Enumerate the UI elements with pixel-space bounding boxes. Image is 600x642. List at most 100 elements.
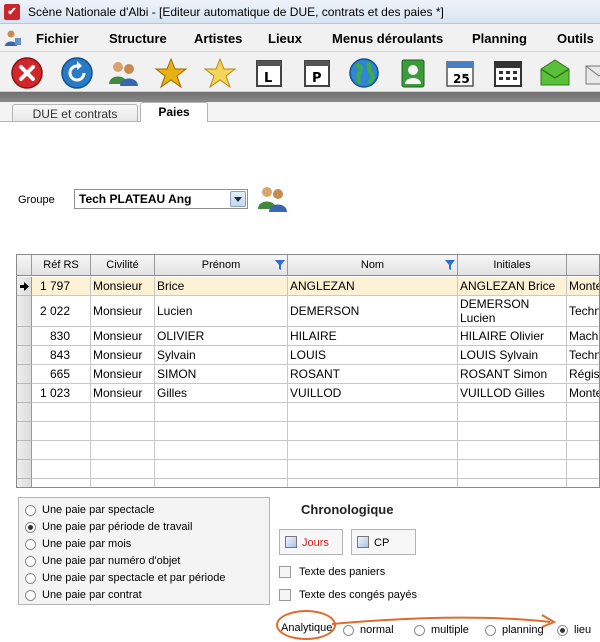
cell-nom[interactable]: HILAIRE xyxy=(288,327,458,346)
cell-ref-rs[interactable]: 665 xyxy=(32,365,91,384)
radio-button[interactable] xyxy=(343,624,354,636)
cell-initiales[interactable]: LOUIS Sylvain xyxy=(458,346,567,365)
cell-prenom[interactable]: OLIVIER xyxy=(155,327,288,346)
table-row[interactable]: 1 023 Monsieur Gilles VUILLOD VUILLOD Gilles… xyxy=(17,384,599,403)
cell-initiales[interactable]: ANGLEZAN Brice xyxy=(458,277,567,296)
radio-button[interactable] xyxy=(25,572,36,584)
column-header-initiales[interactable]: Initiales xyxy=(458,255,567,276)
checkbox-box[interactable] xyxy=(279,566,291,579)
letter-l-icon[interactable]: L xyxy=(252,56,286,90)
column-header-ref-rs[interactable]: Réf RS xyxy=(32,255,91,276)
users-icon[interactable] xyxy=(106,56,140,90)
group-users-icon[interactable] xyxy=(256,182,290,214)
filter-icon[interactable] xyxy=(445,260,455,270)
cell-extra[interactable]: Machi xyxy=(567,327,599,346)
cell-nom[interactable]: DEMERSON xyxy=(288,296,458,327)
cell-ref-rs[interactable]: 843 xyxy=(32,346,91,365)
radio-button[interactable] xyxy=(557,624,568,636)
radio-button[interactable] xyxy=(485,624,496,636)
cell-nom[interactable]: VUILLOD xyxy=(288,384,458,403)
menu-lieux[interactable]: Lieux xyxy=(268,31,302,46)
table-row[interactable]: 2 022 Monsieur Lucien DEMERSON DEMERSON Luci… xyxy=(17,296,599,327)
menu-menus-deroulants[interactable]: Menus déroulants xyxy=(332,31,443,46)
radio-button[interactable] xyxy=(25,589,36,601)
checkbox-texte-conges[interactable]: Texte des congés payés xyxy=(279,589,417,602)
cell-extra[interactable]: Monte xyxy=(567,277,599,296)
table-row[interactable]: 665 Monsieur SIMON ROSANT ROSANT Simon Régis xyxy=(17,365,599,384)
cell-extra[interactable]: Techn xyxy=(567,346,599,365)
cell-civilite[interactable]: Monsieur xyxy=(91,327,155,346)
contact-card-icon[interactable] xyxy=(396,56,430,90)
checkbox-texte-paniers[interactable]: Texte des paniers xyxy=(279,566,385,579)
checkbox-box[interactable] xyxy=(279,589,291,602)
column-header-civilite[interactable]: Civilité xyxy=(91,255,155,276)
menu-artistes[interactable]: Artistes xyxy=(194,31,242,46)
globe-icon[interactable] xyxy=(347,56,381,90)
cell-initiales[interactable]: ROSANT Simon xyxy=(458,365,567,384)
menu-fichier[interactable]: Fichier xyxy=(36,31,79,46)
chevron-down-icon[interactable] xyxy=(230,191,246,207)
star-gold-icon[interactable] xyxy=(154,56,188,90)
cp-toggle[interactable]: CP xyxy=(351,529,416,555)
cell-initiales[interactable]: VUILLOD Gilles xyxy=(458,384,567,403)
pay-option-radio[interactable]: Une paie par spectacle et par période xyxy=(25,572,225,588)
refresh-icon[interactable] xyxy=(60,56,94,90)
jours-toggle[interactable]: Jours xyxy=(279,529,343,555)
pay-option-radio[interactable]: Une paie par période de travail xyxy=(25,521,192,537)
row-selector[interactable] xyxy=(17,365,32,384)
analytique-option-planning[interactable]: planning xyxy=(485,624,544,636)
column-header-prenom[interactable]: Prénom xyxy=(155,255,288,276)
row-selector[interactable] xyxy=(17,384,32,403)
cell-initiales[interactable]: HILAIRE Olivier xyxy=(458,327,567,346)
column-header-extra[interactable] xyxy=(567,255,599,276)
pay-option-radio[interactable]: Une paie par contrat xyxy=(25,589,142,605)
row-selector[interactable] xyxy=(17,277,32,296)
table-row[interactable]: 843 Monsieur Sylvain LOUIS LOUIS Sylvain Tech… xyxy=(17,346,599,365)
cell-civilite[interactable]: Monsieur xyxy=(91,277,155,296)
row-selector[interactable] xyxy=(17,346,32,365)
cell-prenom[interactable]: Lucien xyxy=(155,296,288,327)
envelope-icon[interactable] xyxy=(538,56,572,90)
analytique-option-normal[interactable]: normal xyxy=(343,624,394,636)
cell-prenom[interactable]: Gilles xyxy=(155,384,288,403)
radio-button[interactable] xyxy=(414,624,425,636)
cell-nom[interactable]: ROSANT xyxy=(288,365,458,384)
cell-ref-rs[interactable]: 1 797 xyxy=(32,277,91,296)
menu-outils[interactable]: Outils xyxy=(557,31,594,46)
cell-ref-rs[interactable]: 2 022 xyxy=(32,296,91,327)
envelope-arrow-icon[interactable] xyxy=(584,56,600,90)
cell-civilite[interactable]: Monsieur xyxy=(91,384,155,403)
pay-option-radio[interactable]: Une paie par mois xyxy=(25,538,131,554)
radio-button[interactable] xyxy=(25,504,36,516)
star-icon[interactable] xyxy=(203,56,237,90)
filter-icon[interactable] xyxy=(275,260,285,270)
cell-nom[interactable]: LOUIS xyxy=(288,346,458,365)
cell-initiales[interactable]: DEMERSON Lucien xyxy=(458,296,567,327)
cell-nom[interactable]: ANGLEZAN xyxy=(288,277,458,296)
cell-extra[interactable]: Régis xyxy=(567,365,599,384)
tab-due-contrats[interactable]: DUE et contrats xyxy=(12,104,138,122)
column-header-nom[interactable]: Nom xyxy=(288,255,458,276)
cell-civilite[interactable]: Monsieur xyxy=(91,296,155,327)
cell-extra[interactable]: Monte xyxy=(567,384,599,403)
table-row[interactable]: 1 797 Monsieur Brice ANGLEZAN ANGLEZAN Brice… xyxy=(17,277,599,296)
cell-extra[interactable]: Techn xyxy=(567,296,599,327)
group-select[interactable]: Tech PLATEAU Ang xyxy=(74,189,248,209)
cell-civilite[interactable]: Monsieur xyxy=(91,365,155,384)
table-row[interactable]: 830 Monsieur OLIVIER HILAIRE HILAIRE Olivier… xyxy=(17,327,599,346)
cell-prenom[interactable]: SIMON xyxy=(155,365,288,384)
menu-planning[interactable]: Planning xyxy=(472,31,527,46)
letter-p-icon[interactable]: P xyxy=(300,56,334,90)
cell-ref-rs[interactable]: 830 xyxy=(32,327,91,346)
radio-button[interactable] xyxy=(25,538,36,550)
analytique-option-multiple[interactable]: multiple xyxy=(414,624,469,636)
analytique-option-lieu[interactable]: lieu xyxy=(557,624,591,636)
row-selector[interactable] xyxy=(17,296,32,327)
cell-civilite[interactable]: Monsieur xyxy=(91,346,155,365)
cell-ref-rs[interactable]: 1 023 xyxy=(32,384,91,403)
user-icon[interactable] xyxy=(4,29,22,47)
pay-option-radio[interactable]: Une paie par numéro d'objet xyxy=(25,555,180,571)
cell-prenom[interactable]: Sylvain xyxy=(155,346,288,365)
cell-prenom[interactable]: Brice xyxy=(155,277,288,296)
radio-button[interactable] xyxy=(25,555,36,567)
